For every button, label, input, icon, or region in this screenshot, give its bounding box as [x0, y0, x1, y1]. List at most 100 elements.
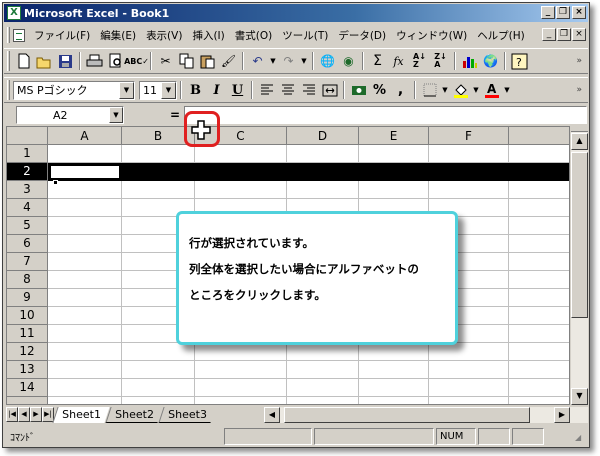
row-header[interactable]: 13: [7, 361, 48, 379]
merge-center-icon[interactable]: [319, 80, 340, 101]
select-all-button[interactable]: [7, 127, 48, 145]
chevron-down-icon[interactable]: ▼: [119, 81, 134, 99]
copy-icon[interactable]: [176, 51, 197, 72]
bold-button[interactable]: B: [185, 80, 206, 101]
undo-dropdown[interactable]: ▼: [268, 51, 278, 72]
row-header[interactable]: 7: [7, 253, 48, 271]
save-icon[interactable]: [55, 51, 76, 72]
fill-color-dropdown[interactable]: ▼: [471, 80, 481, 101]
redo-icon[interactable]: ↷: [278, 51, 299, 72]
menu-insert[interactable]: 挿入(I): [187, 28, 229, 43]
chevron-down-icon[interactable]: ▼: [161, 81, 176, 99]
column-header-g[interactable]: [509, 127, 569, 145]
prev-sheet-icon[interactable]: ◀: [18, 407, 30, 422]
menu-help[interactable]: ヘルプ(H): [472, 28, 530, 43]
row-header[interactable]: 9: [7, 289, 48, 307]
font-color-dropdown[interactable]: ▼: [502, 80, 512, 101]
menu-view[interactable]: 表示(V): [141, 28, 187, 43]
row-header[interactable]: 6: [7, 235, 48, 253]
name-box[interactable]: A2 ▼: [16, 106, 124, 124]
sort-descending-icon[interactable]: Z↓ A: [430, 51, 451, 72]
tab-sheet1[interactable]: Sheet1: [52, 406, 110, 423]
print-icon[interactable]: [84, 51, 105, 72]
column-header-f[interactable]: F: [429, 127, 509, 145]
vertical-scrollbar[interactable]: ▲ ▼: [571, 126, 588, 405]
spelling-icon[interactable]: ABC✓: [124, 51, 149, 72]
percent-button[interactable]: %: [369, 80, 390, 101]
print-preview-icon[interactable]: [105, 51, 126, 72]
split-handle[interactable]: [571, 126, 588, 132]
autosum-icon[interactable]: Σ: [367, 51, 388, 72]
row-header[interactable]: 5: [7, 217, 48, 235]
borders-icon[interactable]: [419, 80, 440, 101]
horizontal-scrollbar[interactable]: ◀ ▶: [264, 407, 588, 423]
underline-button[interactable]: U: [227, 80, 248, 101]
restore-button[interactable]: ❐: [556, 6, 570, 19]
workbook-close-button[interactable]: ×: [572, 28, 586, 41]
redo-dropdown[interactable]: ▼: [299, 51, 309, 72]
font-size-select[interactable]: 11 ▼: [139, 80, 177, 100]
undo-icon[interactable]: ↶: [247, 51, 268, 72]
comma-button[interactable]: ,: [390, 80, 411, 101]
menu-tools[interactable]: ツール(T): [277, 28, 333, 43]
row-header[interactable]: 4: [7, 199, 48, 217]
fill-handle[interactable]: [53, 180, 58, 185]
menu-window[interactable]: ウィンドウ(W): [391, 28, 472, 43]
menu-file[interactable]: ファイル(F): [29, 28, 95, 43]
cut-icon[interactable]: ✂: [155, 51, 176, 72]
align-left-icon[interactable]: [256, 80, 277, 101]
fill-color-icon[interactable]: [450, 80, 471, 101]
help-icon[interactable]: ?: [509, 51, 530, 72]
edit-formula-button[interactable]: =: [170, 108, 180, 122]
scroll-up-icon[interactable]: ▲: [571, 133, 588, 150]
format-painter-icon[interactable]: 🖌: [218, 51, 239, 72]
menu-format[interactable]: 書式(O): [230, 28, 277, 43]
row-header-selected[interactable]: 2: [7, 163, 48, 181]
resize-grip-icon[interactable]: ◢: [575, 433, 587, 445]
workbook-restore-button[interactable]: ❐: [557, 28, 571, 41]
workbook-minimize-button[interactable]: _: [542, 28, 556, 41]
column-header-e[interactable]: E: [359, 127, 429, 145]
font-name-select[interactable]: MS Pゴシック ▼: [13, 80, 135, 100]
row-header[interactable]: 3: [7, 181, 48, 199]
close-button[interactable]: ×: [572, 6, 586, 19]
menu-data[interactable]: データ(D): [333, 28, 391, 43]
minimize-button[interactable]: _: [541, 6, 555, 19]
title-bar[interactable]: X Microsoft Excel - Book1 _ ❐ ×: [4, 4, 588, 22]
next-sheet-icon[interactable]: ▶: [30, 407, 42, 422]
menu-edit[interactable]: 編集(E): [95, 28, 141, 43]
menu-grip[interactable]: [7, 27, 10, 43]
hyperlink-icon[interactable]: 🌐: [317, 51, 338, 72]
tab-sheet3[interactable]: Sheet3: [158, 406, 216, 423]
function-icon[interactable]: fx: [388, 51, 409, 72]
row-header[interactable]: 1: [7, 145, 48, 163]
workbook-icon[interactable]: [13, 28, 25, 42]
borders-dropdown[interactable]: ▼: [440, 80, 450, 101]
toolbar-grip[interactable]: [7, 51, 10, 71]
sort-ascending-icon[interactable]: A↓ Z: [409, 51, 430, 72]
toolbar-grip[interactable]: [7, 80, 10, 100]
chart-wizard-icon[interactable]: [459, 51, 480, 72]
column-header-a[interactable]: A: [48, 127, 122, 145]
scroll-thumb[interactable]: [571, 152, 588, 318]
scroll-right-icon[interactable]: ▶: [554, 407, 570, 423]
toolbar-more-icon[interactable]: »: [576, 85, 582, 95]
font-color-icon[interactable]: A: [481, 80, 502, 101]
web-icon[interactable]: ◉: [338, 51, 359, 72]
align-right-icon[interactable]: [298, 80, 319, 101]
map-icon[interactable]: 🌍: [480, 51, 501, 72]
row-header[interactable]: 11: [7, 325, 48, 343]
row-header[interactable]: [7, 397, 48, 404]
row-header[interactable]: 12: [7, 343, 48, 361]
scroll-left-icon[interactable]: ◀: [264, 407, 280, 423]
tab-sheet2[interactable]: Sheet2: [105, 406, 163, 423]
excel-icon[interactable]: X: [7, 6, 21, 20]
new-icon[interactable]: [13, 51, 34, 72]
active-cell[interactable]: [49, 164, 121, 180]
chevron-down-icon[interactable]: ▼: [109, 107, 123, 123]
paste-icon[interactable]: [197, 51, 218, 72]
column-header-d[interactable]: D: [287, 127, 359, 145]
scroll-down-icon[interactable]: ▼: [571, 388, 588, 405]
first-sheet-icon[interactable]: |◀: [6, 407, 18, 422]
open-icon[interactable]: [34, 51, 55, 72]
